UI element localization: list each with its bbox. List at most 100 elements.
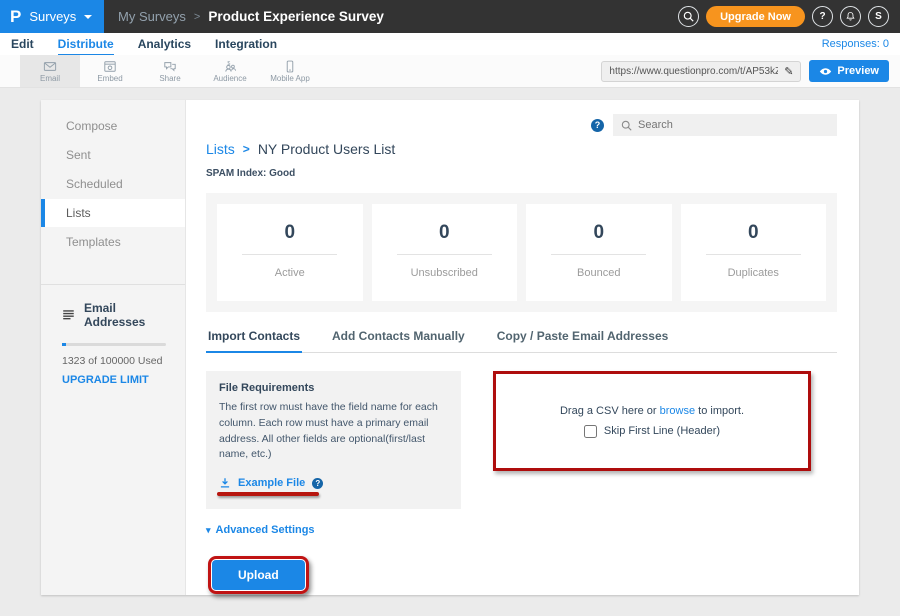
stat-card-active: 0 Active <box>217 204 363 301</box>
current-list-name: NY Product Users List <box>258 141 395 157</box>
eye-icon <box>819 67 832 76</box>
email-addresses-header: Email Addresses <box>62 301 173 329</box>
channel-share[interactable]: Share <box>140 55 200 87</box>
breadcrumb-my-surveys[interactable]: My Surveys <box>118 9 186 24</box>
nav-analytics[interactable]: Analytics <box>138 34 191 54</box>
survey-url-text: https://www.questionpro.com/t/AP53kZgfo <box>609 66 778 77</box>
advanced-settings-toggle[interactable]: ▾ Advanced Settings <box>206 524 837 536</box>
share-icon <box>163 60 177 73</box>
email-sidebar: Compose Sent Scheduled Lists Templates E… <box>41 100 186 595</box>
file-requirements-title: File Requirements <box>219 382 448 394</box>
surveys-menu[interactable]: P Surveys <box>0 0 104 33</box>
browse-link[interactable]: browse <box>660 405 695 417</box>
stat-label: Active <box>217 267 363 279</box>
search-input[interactable] <box>638 119 829 131</box>
channel-embed[interactable]: Embed <box>80 55 140 87</box>
channel-email-label: Email <box>40 74 60 83</box>
dropzone-prompt-prefix: Drag a CSV here or <box>560 405 657 417</box>
red-annotation-underline <box>217 492 319 496</box>
channel-mobile-app[interactable]: Mobile App <box>260 55 320 87</box>
topbar-breadcrumb: My Surveys > Product Experience Survey <box>118 9 384 24</box>
help-icon[interactable]: ? <box>312 478 323 489</box>
list-content: ? Lists > NY Product Users List SPAM Ind… <box>186 100 859 595</box>
channel-audience[interactable]: $ Audience <box>200 55 260 87</box>
avatar[interactable]: S <box>868 6 889 27</box>
dropzone-prompt-suffix: to import. <box>698 405 744 417</box>
workspace: Compose Sent Scheduled Lists Templates E… <box>0 88 900 595</box>
channel-audience-label: Audience <box>213 74 246 83</box>
edit-url-icon[interactable]: ✎ <box>784 65 793 78</box>
stat-divider <box>242 254 337 255</box>
usage-progress-fill <box>62 343 66 346</box>
stat-divider <box>397 254 492 255</box>
stat-divider <box>706 254 801 255</box>
audience-icon: $ <box>223 60 237 73</box>
distribute-toolbar: Email Embed Share $ Audience Mobile App … <box>0 55 900 88</box>
nav-distribute[interactable]: Distribute <box>58 34 114 55</box>
upgrade-now-button[interactable]: Upgrade Now <box>706 6 805 27</box>
channel-embed-label: Embed <box>97 74 122 83</box>
breadcrumb-separator: > <box>194 11 200 23</box>
stat-card-unsubscribed: 0 Unsubscribed <box>372 204 518 301</box>
notifications-button[interactable] <box>840 6 861 27</box>
tab-import-contacts[interactable]: Import Contacts <box>206 329 302 353</box>
survey-url-field[interactable]: https://www.questionpro.com/t/AP53kZgfo … <box>601 61 801 82</box>
csv-dropzone[interactable]: Drag a CSV here or browse to import. Ski… <box>493 371 811 471</box>
questionpro-logo: P <box>10 7 21 27</box>
tab-add-contacts-manually[interactable]: Add Contacts Manually <box>330 329 467 353</box>
stat-value: 0 <box>526 222 672 244</box>
nav-integration[interactable]: Integration <box>215 34 277 54</box>
channel-mobile-app-label: Mobile App <box>270 74 310 83</box>
red-annotation-ring: Upload <box>208 556 309 594</box>
stat-value: 0 <box>372 222 518 244</box>
bell-icon <box>845 11 856 22</box>
upgrade-limit-link[interactable]: UPGRADE LIMIT <box>62 374 173 386</box>
mobile-app-icon <box>283 60 297 73</box>
list-stats: 0 Active 0 Unsubscribed 0 Bounced 0 <box>206 193 837 312</box>
skip-first-line-checkbox[interactable] <box>584 425 597 438</box>
skip-first-line-row: Skip First Line (Header) <box>584 425 720 438</box>
survey-tabs-nav: Edit Distribute Analytics Integration Re… <box>0 33 900 55</box>
sidebar-item-sent[interactable]: Sent <box>41 141 185 169</box>
help-button[interactable]: ? <box>812 6 833 27</box>
example-file-link[interactable]: Example File <box>238 477 305 489</box>
page-title: Product Experience Survey <box>208 9 384 24</box>
responses-count[interactable]: Responses: 0 <box>822 38 889 50</box>
contacts-tabs: Import Contacts Add Contacts Manually Co… <box>206 329 837 353</box>
example-file-row: Example File ? <box>219 477 323 496</box>
caret-down-icon: ▾ <box>206 525 211 536</box>
contact-search[interactable] <box>613 114 837 136</box>
tab-copy-paste-email-addresses[interactable]: Copy / Paste Email Addresses <box>495 329 671 353</box>
sidebar-item-templates[interactable]: Templates <box>41 228 185 256</box>
import-section: File Requirements The first row must hav… <box>206 371 837 509</box>
stat-divider <box>551 254 646 255</box>
upload-button[interactable]: Upload <box>212 560 305 590</box>
surveys-menu-label: Surveys <box>29 9 76 24</box>
breadcrumb-lists-link[interactable]: Lists <box>206 141 235 157</box>
stat-label: Bounced <box>526 267 672 279</box>
sidebar-item-scheduled[interactable]: Scheduled <box>41 170 185 198</box>
stat-card-duplicates: 0 Duplicates <box>681 204 827 301</box>
list-breadcrumb: Lists > NY Product Users List <box>206 141 837 157</box>
email-addresses-title: Email Addresses <box>84 301 173 329</box>
stat-value: 0 <box>681 222 827 244</box>
email-addresses-block: Email Addresses 1323 of 100000 Used UPGR… <box>41 285 185 386</box>
chevron-right-icon: > <box>243 142 250 156</box>
preview-button[interactable]: Preview <box>809 60 889 82</box>
skip-first-line-label: Skip First Line (Header) <box>604 425 720 437</box>
spam-index: SPAM Index: Good <box>206 168 837 179</box>
email-distribution-card: Compose Sent Scheduled Lists Templates E… <box>41 100 859 595</box>
topbar-actions: Upgrade Now ? S <box>678 6 900 27</box>
help-icon[interactable]: ? <box>591 119 604 132</box>
dropzone-prompt: Drag a CSV here or browse to import. <box>560 405 744 417</box>
file-requirements-body: The first row must have the field name f… <box>219 400 448 463</box>
search-button[interactable] <box>678 6 699 27</box>
sidebar-item-compose[interactable]: Compose <box>41 112 185 140</box>
stat-value: 0 <box>217 222 363 244</box>
advanced-settings-label: Advanced Settings <box>216 524 315 536</box>
nav-edit[interactable]: Edit <box>11 34 34 54</box>
channel-email[interactable]: Email <box>20 55 80 87</box>
usage-text: 1323 of 100000 Used <box>62 355 173 367</box>
sidebar-item-lists[interactable]: Lists <box>41 199 185 227</box>
stat-label: Duplicates <box>681 267 827 279</box>
